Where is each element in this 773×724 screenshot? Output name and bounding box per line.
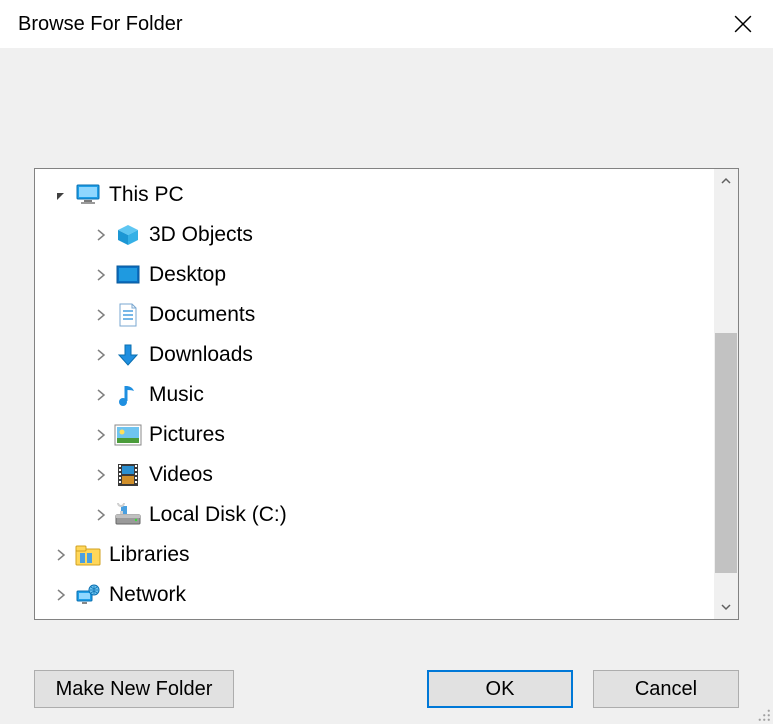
tree-item-label: Downloads <box>149 343 253 367</box>
tree-item-downloads[interactable]: Downloads <box>35 335 714 375</box>
chevron-right-icon[interactable] <box>91 465 111 485</box>
tree-item-documents[interactable]: Documents <box>35 295 714 335</box>
chevron-right-icon[interactable] <box>91 225 111 245</box>
videos-icon <box>113 460 143 490</box>
tree-item-libraries[interactable]: Libraries <box>35 535 714 575</box>
drive-icon <box>113 500 143 530</box>
tree-item-label: Local Disk (C:) <box>149 503 287 527</box>
chevron-right-icon[interactable] <box>91 305 111 325</box>
tree-item-label: Music <box>149 383 204 407</box>
close-button[interactable] <box>713 0 773 48</box>
dialog-content: This PC 3D Objects <box>0 48 773 724</box>
make-new-folder-button[interactable]: Make New Folder <box>34 670 234 708</box>
tree-item-label: Documents <box>149 303 255 327</box>
button-row: Make New Folder OK Cancel <box>34 670 739 708</box>
scroll-track[interactable] <box>714 193 738 595</box>
chevron-right-icon[interactable] <box>51 585 71 605</box>
chevron-right-icon[interactable] <box>91 505 111 525</box>
folder-tree[interactable]: This PC 3D Objects <box>35 169 714 619</box>
tree-item-label: Libraries <box>109 543 190 567</box>
window-title: Browse For Folder <box>18 13 183 36</box>
ok-button[interactable]: OK <box>427 670 573 708</box>
folder-tree-panel: This PC 3D Objects <box>34 168 739 620</box>
tree-item-label: This PC <box>109 183 184 207</box>
downloads-icon <box>113 340 143 370</box>
titlebar: Browse For Folder <box>0 0 773 48</box>
desktop-icon <box>113 260 143 290</box>
pictures-icon <box>113 420 143 450</box>
resize-grip-icon[interactable] <box>753 704 771 722</box>
chevron-right-icon[interactable] <box>91 425 111 445</box>
tree-item-local-disk-c[interactable]: Local Disk (C:) <box>35 495 714 535</box>
cube-icon <box>113 220 143 250</box>
libraries-icon <box>73 540 103 570</box>
tree-item-label: Desktop <box>149 263 226 287</box>
tree-item-label: Pictures <box>149 423 225 447</box>
chevron-right-icon[interactable] <box>91 265 111 285</box>
tree-item-label: Videos <box>149 463 213 487</box>
tree-item-label: 3D Objects <box>149 223 253 247</box>
tree-item-label: Network <box>109 583 186 607</box>
tree-item-network[interactable]: Network <box>35 575 714 615</box>
chevron-right-icon[interactable] <box>91 385 111 405</box>
music-icon <box>113 380 143 410</box>
tree-item-desktop[interactable]: Desktop <box>35 255 714 295</box>
cancel-button[interactable]: Cancel <box>593 670 739 708</box>
tree-item-this-pc[interactable]: This PC <box>35 175 714 215</box>
chevron-right-icon[interactable] <box>91 345 111 365</box>
scroll-down-button[interactable] <box>714 595 738 619</box>
this-pc-icon <box>73 180 103 210</box>
vertical-scrollbar[interactable] <box>714 169 738 619</box>
chevron-down-icon[interactable] <box>51 185 71 205</box>
tree-item-videos[interactable]: Videos <box>35 455 714 495</box>
scroll-up-button[interactable] <box>714 169 738 193</box>
chevron-right-icon[interactable] <box>51 545 71 565</box>
documents-icon <box>113 300 143 330</box>
tree-item-music[interactable]: Music <box>35 375 714 415</box>
network-icon <box>73 580 103 610</box>
scroll-thumb[interactable] <box>715 333 737 573</box>
close-icon <box>734 15 752 33</box>
tree-item-pictures[interactable]: Pictures <box>35 415 714 455</box>
tree-item-3d-objects[interactable]: 3D Objects <box>35 215 714 255</box>
